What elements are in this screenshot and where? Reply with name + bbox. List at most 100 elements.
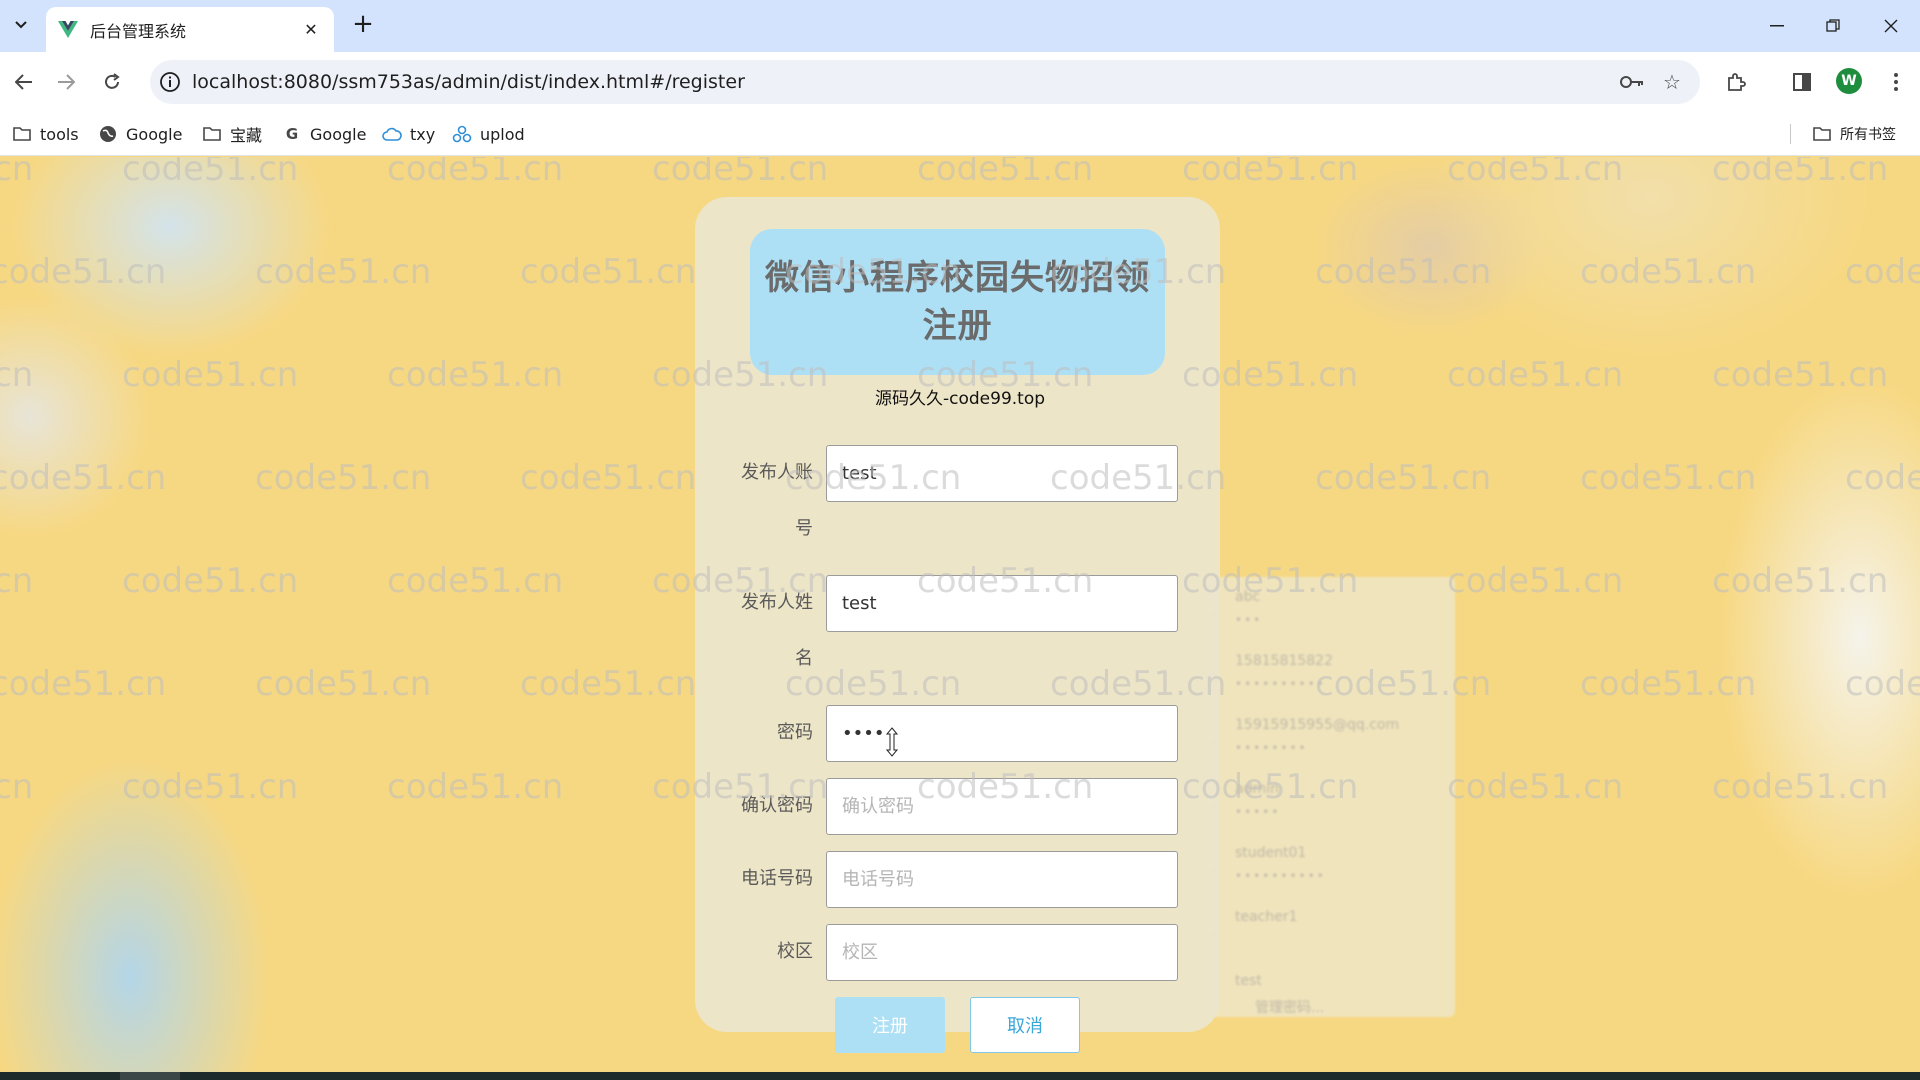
register-heading: 注册 — [922, 306, 993, 346]
restore-icon[interactable] — [1810, 8, 1856, 44]
vue-logo-icon — [58, 20, 78, 40]
cancel-button[interactable]: 取消 — [970, 997, 1080, 1053]
url-text[interactable]: localhost:8080/ssm753as/admin/dist/index… — [192, 71, 745, 93]
register-page: ▾ abc ••• ▾ 15815815822 •••••••••• ▾ 159… — [0, 157, 1920, 1072]
account-label: 发布人账 号 — [735, 459, 813, 543]
watermark-text: code51.cn — [122, 561, 299, 601]
autofill-item: admin — [1235, 781, 1279, 797]
watermark-text: code51.cn — [0, 664, 167, 704]
overlay-watermark-text: 源码久久-code99.top — [875, 389, 1046, 409]
account-label-line1: 发布人账 — [741, 462, 813, 483]
watermark-text: code51.cn — [387, 767, 564, 807]
browser-tab-active[interactable]: 后台管理系统 ✕ — [46, 7, 334, 52]
watermark-text: code51.cn — [1315, 458, 1492, 498]
phone-input[interactable] — [826, 851, 1178, 908]
password-input[interactable] — [826, 705, 1178, 762]
resize-cursor-icon — [885, 727, 899, 757]
password-label: 密码 — [777, 722, 813, 743]
bookmark-treasure[interactable]: 宝藏 — [202, 122, 262, 146]
watermark-text: code51.cn — [255, 458, 432, 498]
folder-icon — [1812, 124, 1832, 144]
confirm-password-input[interactable] — [826, 778, 1178, 835]
bookmarks-bar: tools Google 宝藏 G Google txy uplod 所有书签 — [0, 112, 1920, 156]
tab-close-icon[interactable]: ✕ — [300, 20, 322, 39]
bookmark-google-2[interactable]: G Google — [282, 122, 367, 146]
cluster-icon — [452, 124, 472, 144]
bookmark-label: 宝藏 — [230, 126, 263, 145]
watermark-text: code51.cn — [1315, 252, 1492, 292]
extensions-puzzle-icon[interactable] — [1720, 66, 1752, 98]
bookmarks-divider — [1790, 124, 1791, 144]
minimize-icon[interactable] — [1754, 8, 1800, 44]
watermark-text: code51.cn — [122, 355, 299, 395]
watermark-text: code51.cn — [387, 157, 564, 189]
watermark-text: code51.cn — [122, 157, 299, 189]
account-label-line2: 号 — [795, 518, 813, 539]
side-panel-icon[interactable] — [1786, 66, 1818, 98]
campus-input[interactable] — [826, 924, 1178, 981]
site-info-icon[interactable] — [158, 70, 182, 94]
confirm-password-label: 确认密码 — [741, 795, 813, 816]
watermark-text: code51.cn — [387, 355, 564, 395]
watermark-text: code51.cn — [1580, 252, 1757, 292]
name-label-line2: 名 — [795, 648, 813, 669]
watermark-text: code51.cn — [387, 561, 564, 601]
watermark-text: code51.cn — [0, 458, 167, 498]
watermark-text: code51.cn — [1845, 252, 1920, 292]
reload-icon[interactable] — [96, 66, 128, 98]
name-input[interactable] — [826, 575, 1178, 632]
folder-icon — [202, 124, 222, 144]
back-arrow-icon[interactable] — [8, 66, 40, 98]
autofill-item: teacher1 — [1235, 909, 1298, 925]
password-key-icon[interactable] — [1618, 68, 1646, 96]
watermark-text: code51.cn — [1447, 157, 1624, 189]
watermark-text: code51.cn — [1845, 458, 1920, 498]
watermark-text: code51.cn — [0, 355, 34, 395]
bookmark-label: tools — [40, 124, 79, 144]
bookmark-google[interactable]: Google — [98, 122, 182, 146]
system-title: 微信小程序校园失物招领 — [765, 258, 1150, 298]
bookmark-txy[interactable]: txy — [382, 122, 435, 146]
watermark-text: code51.cn — [917, 157, 1094, 189]
account-input[interactable] — [826, 445, 1178, 502]
all-bookmarks-button[interactable]: 所有书签 — [1812, 122, 1896, 146]
register-button[interactable]: 注册 — [835, 997, 945, 1053]
campus-label: 校区 — [777, 941, 813, 962]
masked-password: ••••• — [1235, 805, 1281, 819]
autofill-item: test — [1235, 973, 1262, 989]
name-label: 发布人姓 名 — [735, 589, 813, 673]
watermark-text: code51.cn — [0, 157, 34, 189]
forward-arrow-icon[interactable] — [50, 66, 82, 98]
browser-tab-bar: 后台管理系统 ✕ + — [0, 0, 1920, 52]
name-label-line1: 发布人姓 — [741, 592, 813, 613]
watermark-text: code51.cn — [652, 157, 829, 189]
watermark-text: code51.cn — [122, 767, 299, 807]
menu-kebab-icon[interactable] — [1880, 66, 1912, 98]
watermark-text: code51.cn — [1712, 355, 1889, 395]
masked-password: •••••••• — [1235, 741, 1308, 755]
autofill-item: abc — [1235, 589, 1261, 605]
masked-password: •••••••••• — [1235, 869, 1326, 883]
new-tab-button[interactable]: + — [348, 10, 378, 40]
watermark-text: code51.cn — [1845, 664, 1920, 704]
globe-icon — [98, 124, 118, 144]
tab-search-dropdown-icon[interactable] — [6, 10, 36, 40]
register-form-panel: 微信小程序校园失物招领 注册 发布人账 号 发布人姓 名 密码 确认密码 — [695, 197, 1220, 1053]
register-title-box: 微信小程序校园失物招领 注册 — [750, 229, 1165, 375]
cloud-icon — [382, 124, 402, 144]
autofill-item: 15815815822 — [1235, 653, 1333, 669]
autofill-footer: 管理密码... — [1255, 1000, 1325, 1016]
taskbar-segment — [120, 1072, 180, 1080]
bookmark-uplod[interactable]: uplod — [452, 122, 525, 146]
tab-title: 后台管理系统 — [90, 21, 187, 41]
watermark-text: code51.cn — [1580, 664, 1757, 704]
bookmark-star-icon[interactable]: ☆ — [1658, 68, 1686, 96]
watermark-text: code51.cn — [520, 458, 697, 498]
profile-avatar[interactable]: W — [1836, 68, 1862, 94]
watermark-text: code51.cn — [1712, 157, 1889, 189]
bookmark-tools[interactable]: tools — [12, 122, 79, 146]
bookmark-label: Google — [126, 124, 183, 144]
autofill-dropdown-blurred: ▾ abc ••• ▾ 15815815822 •••••••••• ▾ 159… — [1205, 577, 1455, 1017]
close-window-icon[interactable] — [1868, 8, 1914, 44]
address-bar[interactable]: localhost:8080/ssm753as/admin/dist/index… — [150, 60, 1700, 104]
